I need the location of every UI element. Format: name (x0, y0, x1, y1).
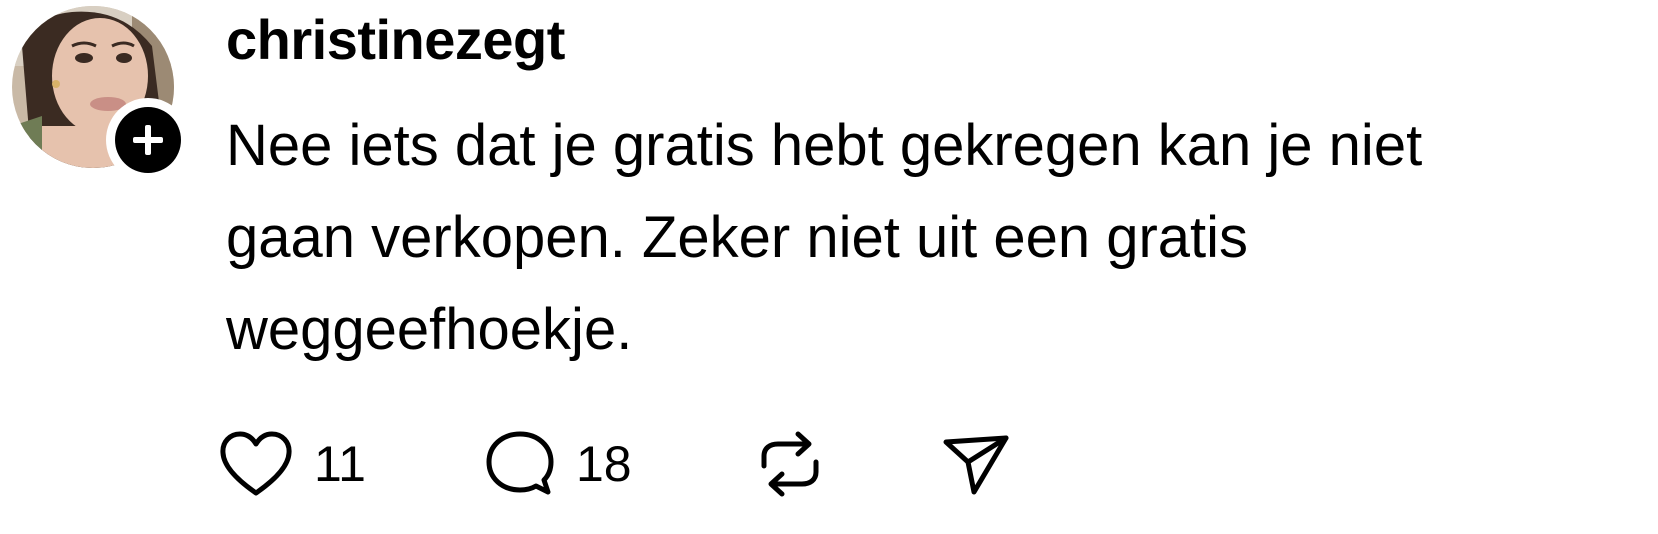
follow-button[interactable] (106, 98, 190, 182)
reply-count: 18 (576, 436, 632, 492)
like-button[interactable]: 11 (218, 424, 366, 504)
heart-icon (218, 430, 294, 498)
like-count: 11 (314, 436, 366, 492)
thread-post: christinezegt Nee iets dat je gratis heb… (0, 0, 1658, 534)
avatar-container (12, 6, 190, 182)
repost-button[interactable] (754, 424, 826, 504)
share-button[interactable] (940, 424, 1012, 504)
post-text: Nee iets dat je gratis hebt gekregen kan… (226, 100, 1646, 376)
plus-icon (115, 107, 181, 173)
repost-icon (754, 428, 826, 500)
username[interactable]: christinezegt (226, 4, 565, 76)
post-text-line: gaan verkopen. Zeker niet uit een gratis (226, 205, 1249, 270)
send-icon (940, 428, 1012, 500)
reply-button[interactable]: 18 (484, 424, 632, 504)
speech-bubble-icon (484, 428, 556, 500)
post-text-line: Nee iets dat je gratis hebt gekregen kan… (226, 113, 1423, 178)
post-text-line: weggeefhoekje. (226, 297, 633, 362)
